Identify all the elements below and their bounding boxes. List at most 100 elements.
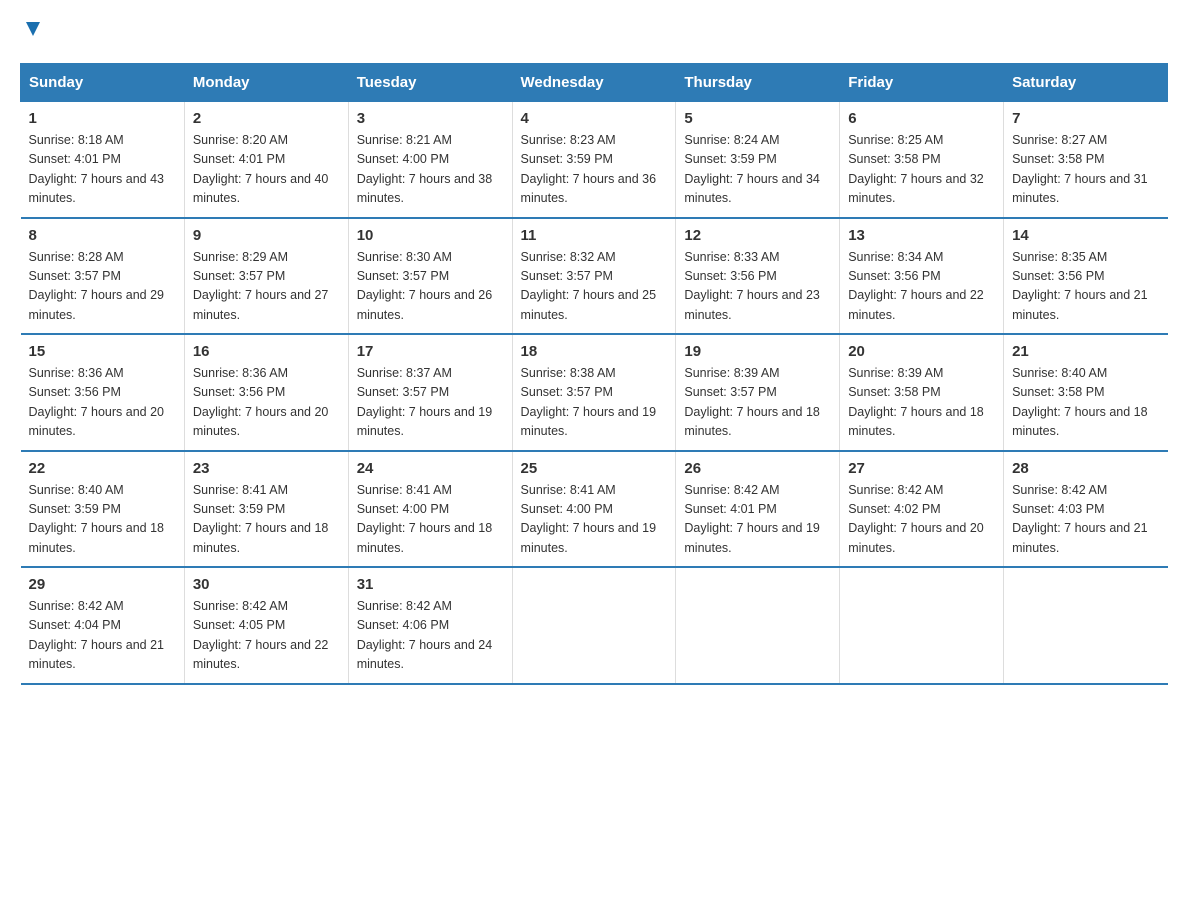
calendar-day-cell: 16 Sunrise: 8:36 AM Sunset: 3:56 PM Dayl…	[184, 334, 348, 451]
calendar-day-cell: 9 Sunrise: 8:29 AM Sunset: 3:57 PM Dayli…	[184, 218, 348, 335]
sunset-label: Sunset: 3:57 PM	[357, 269, 449, 283]
daylight-label: Daylight: 7 hours and 18 minutes.	[193, 521, 329, 554]
sunset-label: Sunset: 4:03 PM	[1012, 502, 1104, 516]
day-number: 13	[848, 227, 995, 244]
day-number: 1	[29, 110, 176, 127]
calendar-day-cell: 14 Sunrise: 8:35 AM Sunset: 3:56 PM Dayl…	[1004, 218, 1168, 335]
sunset-label: Sunset: 3:59 PM	[684, 152, 776, 166]
daylight-label: Daylight: 7 hours and 27 minutes.	[193, 288, 329, 321]
sunrise-label: Sunrise: 8:21 AM	[357, 133, 452, 147]
day-info: Sunrise: 8:29 AM Sunset: 3:57 PM Dayligh…	[193, 248, 340, 326]
daylight-label: Daylight: 7 hours and 19 minutes.	[521, 521, 657, 554]
day-number: 26	[684, 460, 831, 477]
sunset-label: Sunset: 4:02 PM	[848, 502, 940, 516]
calendar-day-cell: 31 Sunrise: 8:42 AM Sunset: 4:06 PM Dayl…	[348, 567, 512, 684]
daylight-label: Daylight: 7 hours and 18 minutes.	[848, 405, 984, 438]
calendar-day-cell: 13 Sunrise: 8:34 AM Sunset: 3:56 PM Dayl…	[840, 218, 1004, 335]
sunrise-label: Sunrise: 8:32 AM	[521, 250, 616, 264]
day-of-week-header: Monday	[184, 64, 348, 102]
day-info: Sunrise: 8:37 AM Sunset: 3:57 PM Dayligh…	[357, 364, 504, 442]
sunrise-label: Sunrise: 8:41 AM	[357, 483, 452, 497]
day-number: 9	[193, 227, 340, 244]
sunset-label: Sunset: 3:58 PM	[848, 152, 940, 166]
day-of-week-header: Friday	[840, 64, 1004, 102]
day-number: 6	[848, 110, 995, 127]
calendar-day-cell: 26 Sunrise: 8:42 AM Sunset: 4:01 PM Dayl…	[676, 451, 840, 568]
day-number: 12	[684, 227, 831, 244]
daylight-label: Daylight: 7 hours and 25 minutes.	[521, 288, 657, 321]
day-number: 4	[521, 110, 668, 127]
daylight-label: Daylight: 7 hours and 19 minutes.	[521, 405, 657, 438]
logo-arrow-icon	[22, 18, 44, 45]
daylight-label: Daylight: 7 hours and 20 minutes.	[848, 521, 984, 554]
daylight-label: Daylight: 7 hours and 18 minutes.	[1012, 405, 1148, 438]
day-number: 16	[193, 343, 340, 360]
calendar-day-cell: 1 Sunrise: 8:18 AM Sunset: 4:01 PM Dayli…	[21, 102, 185, 218]
sunset-label: Sunset: 3:57 PM	[29, 269, 121, 283]
daylight-label: Daylight: 7 hours and 29 minutes.	[29, 288, 165, 321]
day-number: 3	[357, 110, 504, 127]
day-info: Sunrise: 8:36 AM Sunset: 3:56 PM Dayligh…	[29, 364, 176, 442]
sunset-label: Sunset: 3:56 PM	[684, 269, 776, 283]
day-number: 18	[521, 343, 668, 360]
day-number: 27	[848, 460, 995, 477]
day-number: 17	[357, 343, 504, 360]
day-info: Sunrise: 8:30 AM Sunset: 3:57 PM Dayligh…	[357, 248, 504, 326]
day-info: Sunrise: 8:33 AM Sunset: 3:56 PM Dayligh…	[684, 248, 831, 326]
sunrise-label: Sunrise: 8:40 AM	[1012, 366, 1107, 380]
sunrise-label: Sunrise: 8:30 AM	[357, 250, 452, 264]
daylight-label: Daylight: 7 hours and 24 minutes.	[357, 638, 493, 671]
day-info: Sunrise: 8:41 AM Sunset: 4:00 PM Dayligh…	[521, 481, 668, 559]
day-number: 21	[1012, 343, 1159, 360]
daylight-label: Daylight: 7 hours and 38 minutes.	[357, 172, 493, 205]
daylight-label: Daylight: 7 hours and 40 minutes.	[193, 172, 329, 205]
day-number: 24	[357, 460, 504, 477]
daylight-label: Daylight: 7 hours and 20 minutes.	[29, 405, 165, 438]
calendar-day-cell: 3 Sunrise: 8:21 AM Sunset: 4:00 PM Dayli…	[348, 102, 512, 218]
sunset-label: Sunset: 4:00 PM	[357, 502, 449, 516]
sunrise-label: Sunrise: 8:39 AM	[848, 366, 943, 380]
sunrise-label: Sunrise: 8:38 AM	[521, 366, 616, 380]
day-number: 29	[29, 576, 176, 593]
sunrise-label: Sunrise: 8:36 AM	[193, 366, 288, 380]
day-info: Sunrise: 8:36 AM Sunset: 3:56 PM Dayligh…	[193, 364, 340, 442]
sunrise-label: Sunrise: 8:40 AM	[29, 483, 124, 497]
calendar-week-row: 8 Sunrise: 8:28 AM Sunset: 3:57 PM Dayli…	[21, 218, 1168, 335]
day-info: Sunrise: 8:24 AM Sunset: 3:59 PM Dayligh…	[684, 131, 831, 209]
sunrise-label: Sunrise: 8:35 AM	[1012, 250, 1107, 264]
daylight-label: Daylight: 7 hours and 21 minutes.	[1012, 521, 1148, 554]
sunset-label: Sunset: 3:56 PM	[193, 385, 285, 399]
calendar-day-cell: 30 Sunrise: 8:42 AM Sunset: 4:05 PM Dayl…	[184, 567, 348, 684]
calendar-day-cell	[676, 567, 840, 684]
day-number: 28	[1012, 460, 1159, 477]
daylight-label: Daylight: 7 hours and 21 minutes.	[1012, 288, 1148, 321]
day-info: Sunrise: 8:27 AM Sunset: 3:58 PM Dayligh…	[1012, 131, 1159, 209]
day-of-week-header: Saturday	[1004, 64, 1168, 102]
sunrise-label: Sunrise: 8:37 AM	[357, 366, 452, 380]
sunrise-label: Sunrise: 8:24 AM	[684, 133, 779, 147]
calendar-day-cell: 5 Sunrise: 8:24 AM Sunset: 3:59 PM Dayli…	[676, 102, 840, 218]
sunset-label: Sunset: 3:57 PM	[521, 385, 613, 399]
sunrise-label: Sunrise: 8:42 AM	[193, 599, 288, 613]
sunrise-label: Sunrise: 8:18 AM	[29, 133, 124, 147]
sunrise-label: Sunrise: 8:33 AM	[684, 250, 779, 264]
sunrise-label: Sunrise: 8:28 AM	[29, 250, 124, 264]
day-of-week-header: Wednesday	[512, 64, 676, 102]
daylight-label: Daylight: 7 hours and 19 minutes.	[684, 521, 820, 554]
calendar-day-cell: 17 Sunrise: 8:37 AM Sunset: 3:57 PM Dayl…	[348, 334, 512, 451]
sunrise-label: Sunrise: 8:25 AM	[848, 133, 943, 147]
sunrise-label: Sunrise: 8:29 AM	[193, 250, 288, 264]
calendar-day-cell: 24 Sunrise: 8:41 AM Sunset: 4:00 PM Dayl…	[348, 451, 512, 568]
day-info: Sunrise: 8:38 AM Sunset: 3:57 PM Dayligh…	[521, 364, 668, 442]
sunset-label: Sunset: 3:56 PM	[29, 385, 121, 399]
daylight-label: Daylight: 7 hours and 21 minutes.	[29, 638, 165, 671]
sunrise-label: Sunrise: 8:27 AM	[1012, 133, 1107, 147]
sunrise-label: Sunrise: 8:42 AM	[357, 599, 452, 613]
daylight-label: Daylight: 7 hours and 43 minutes.	[29, 172, 165, 205]
sunset-label: Sunset: 4:00 PM	[521, 502, 613, 516]
calendar-header-row: SundayMondayTuesdayWednesdayThursdayFrid…	[21, 64, 1168, 102]
day-info: Sunrise: 8:28 AM Sunset: 3:57 PM Dayligh…	[29, 248, 176, 326]
sunrise-label: Sunrise: 8:23 AM	[521, 133, 616, 147]
calendar-week-row: 15 Sunrise: 8:36 AM Sunset: 3:56 PM Dayl…	[21, 334, 1168, 451]
sunset-label: Sunset: 3:57 PM	[193, 269, 285, 283]
